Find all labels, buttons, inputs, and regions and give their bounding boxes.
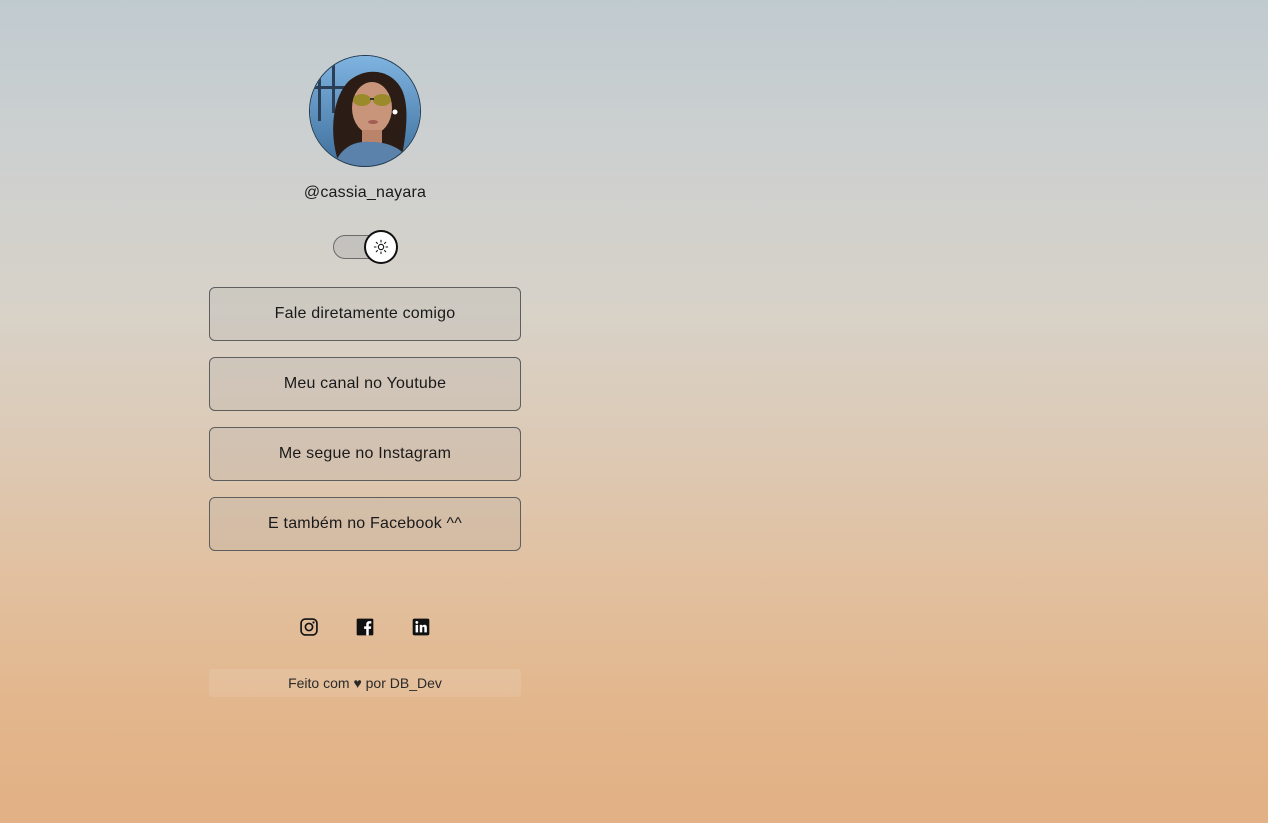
facebook-icon[interactable] <box>353 615 377 639</box>
username: @cassia_nayara <box>303 184 427 201</box>
theme-toggle[interactable] <box>333 230 398 264</box>
link-button-facebook[interactable]: E também no Facebook ^^ <box>209 497 521 551</box>
theme-toggle-knob[interactable] <box>364 230 398 264</box>
footer: Feito com ♥ por DB_Dev <box>209 669 521 697</box>
links-list: Fale diretamente comigo Meu canal no You… <box>209 287 521 551</box>
heart-icon: ♥ <box>353 675 362 691</box>
profile-photo <box>310 56 420 166</box>
link-button-instagram[interactable]: Me segue no Instagram <box>209 427 521 481</box>
footer-suffix: por DB_Dev <box>361 675 442 691</box>
sun-icon <box>373 239 389 255</box>
link-button-whatsapp[interactable]: Fale diretamente comigo <box>209 287 521 341</box>
instagram-icon[interactable] <box>297 615 321 639</box>
profile-container: @cassia_nayara Fale diretamente comigo M… <box>209 55 521 697</box>
social-links <box>297 615 433 639</box>
avatar <box>309 55 421 167</box>
linkedin-icon[interactable] <box>409 615 433 639</box>
link-button-youtube[interactable]: Meu canal no Youtube <box>209 357 521 411</box>
footer-prefix: Feito com <box>288 675 354 691</box>
